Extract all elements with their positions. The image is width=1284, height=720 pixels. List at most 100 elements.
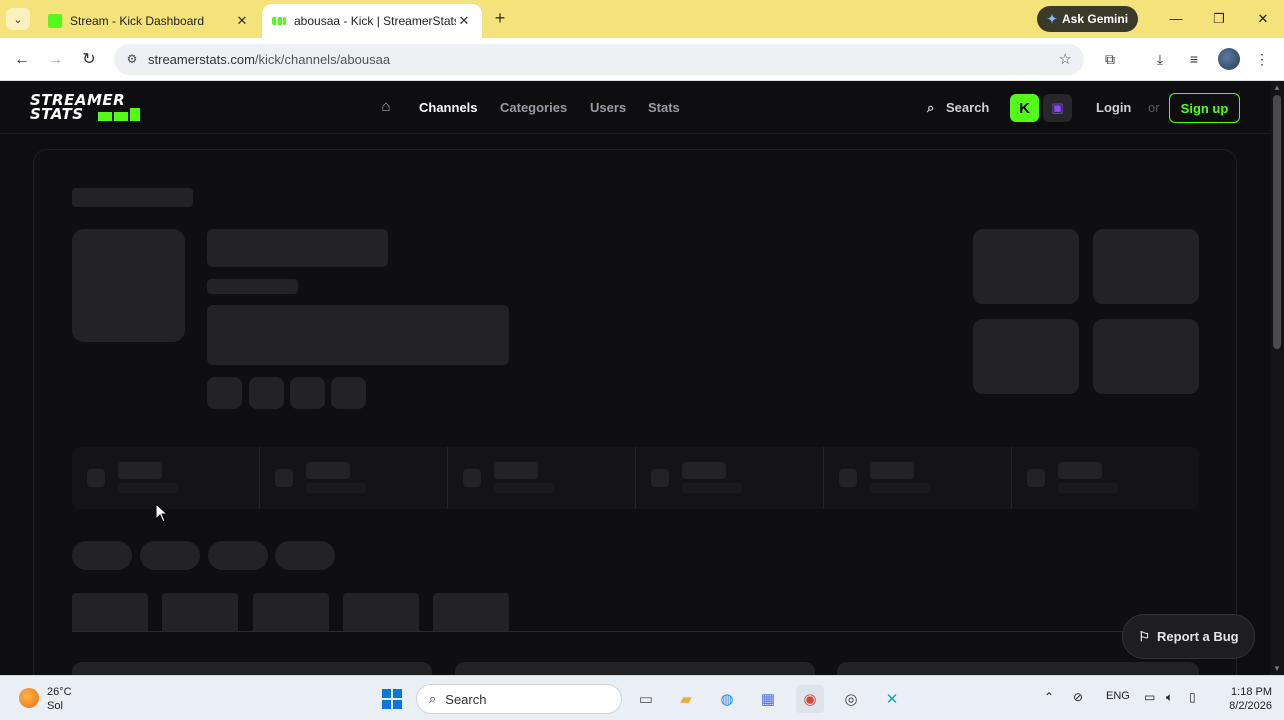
scroll-down-icon[interactable]: ▼ [1272, 664, 1282, 673]
volume-icon[interactable]: 🔈︎ [1166, 690, 1173, 705]
file-explorer-icon[interactable]: ▰ [672, 685, 700, 713]
language-indicator[interactable]: ENG [1106, 690, 1130, 702]
report-bug-label: Report a Bug [1157, 629, 1239, 644]
tab-skeleton [72, 593, 148, 631]
bookmark-star-icon[interactable]: ☆ [1059, 50, 1072, 68]
kick-platform-icon[interactable]: K [1010, 94, 1039, 122]
description-skeleton [207, 305, 509, 365]
battery-icon[interactable]: ▯ [1189, 690, 1196, 704]
ask-gemini-button[interactable]: ✦ Ask Gemini [1037, 6, 1138, 32]
breadcrumb-skeleton [72, 188, 193, 207]
stat-cell-skeleton [636, 447, 824, 509]
twitch-platform-icon[interactable]: ▣ [1043, 94, 1072, 122]
new-tab-button[interactable]: + [490, 8, 510, 28]
media-control-icon[interactable]: ≡ [1183, 48, 1205, 70]
display-icon[interactable]: ▭ [1144, 690, 1155, 704]
filter-pill-skeleton [72, 541, 132, 570]
home-icon[interactable]: ⌂ [377, 98, 395, 116]
close-window-button[interactable]: ✕ [1249, 8, 1277, 30]
stat-cell-skeleton [72, 447, 260, 509]
app-icon[interactable]: ✕ [878, 685, 906, 713]
stat-box-skeleton [973, 229, 1079, 304]
tab-streamerstats[interactable]: abousaa - Kick | StreamerStats ✕ [262, 4, 482, 38]
task-view-icon[interactable]: ▭ [632, 685, 660, 713]
signup-button[interactable]: Sign up [1169, 93, 1240, 123]
obs-icon[interactable]: ◎ [837, 685, 865, 713]
kick-favicon-icon [48, 14, 62, 28]
social-link-skeleton [207, 377, 242, 409]
social-link-skeleton [331, 377, 366, 409]
search-icon: ⌕ [927, 100, 935, 115]
report-bug-button[interactable]: ⚐ Report a Bug [1122, 614, 1255, 659]
download-icon[interactable]: ⤓ [1149, 48, 1171, 70]
url-path: /kick/channels/abousaa [254, 52, 391, 67]
site-header: STREAMER STATS ⌂ Channels Categories Use… [0, 81, 1270, 134]
filter-pill-skeleton [275, 541, 335, 570]
stat-box-skeleton [1093, 229, 1199, 304]
streamerstats-logo[interactable]: STREAMER STATS [30, 93, 142, 123]
show-hidden-icons[interactable]: ⌃ [1044, 690, 1054, 704]
extensions-icon[interactable]: ⧉ [1099, 48, 1121, 70]
nav-stats[interactable]: Stats [648, 100, 680, 115]
stat-cell-skeleton [260, 447, 448, 509]
store-icon[interactable]: ▦ [754, 685, 782, 713]
social-link-skeleton [249, 377, 284, 409]
search-button[interactable]: ⌕ Search [927, 100, 989, 116]
tab-kick-dashboard[interactable]: Stream - Kick Dashboard ✕ [38, 4, 260, 38]
page-viewport: STREAMER STATS ⌂ Channels Categories Use… [0, 81, 1284, 690]
browser-tab-strip: ⌄ Stream - Kick Dashboard ✕ abousaa - Ki… [0, 0, 1284, 38]
network-off-icon[interactable]: ⊘ [1073, 690, 1083, 704]
more-menu-icon[interactable]: ⋮ [1251, 48, 1273, 70]
nav-channels[interactable]: Channels [419, 100, 478, 115]
edge-icon[interactable]: ◍ [713, 685, 741, 713]
or-separator: or [1148, 100, 1160, 115]
tab-skeleton [162, 593, 238, 631]
stat-box-skeleton [1093, 319, 1199, 394]
close-tab-icon[interactable]: ✕ [456, 13, 472, 29]
gemini-sparkle-icon: ✦ [1046, 12, 1058, 26]
windows-taskbar: 26°C Sol ⌕ Search ▭ ▰ ◍ ▦ ◉ ◎ ✕ ⌃ ⊘ ENG … [0, 675, 1284, 720]
scroll-up-icon[interactable]: ▲ [1272, 83, 1282, 92]
filter-pill-skeleton [208, 541, 268, 570]
profile-avatar[interactable] [1218, 48, 1240, 70]
weather-widget[interactable]: 26°C Sol [47, 685, 72, 713]
streamerstats-favicon-icon [272, 17, 286, 25]
ask-gemini-label: Ask Gemini [1062, 12, 1129, 26]
close-tab-icon[interactable]: ✕ [234, 13, 250, 29]
minimize-button[interactable]: — [1162, 8, 1190, 30]
forward-icon[interactable]: → [43, 48, 67, 72]
clock-date: 8/2/2026 [1229, 700, 1272, 712]
back-icon[interactable]: ← [10, 48, 34, 72]
url-text: streamerstats.com/kick/channels/abousaa [148, 52, 390, 67]
tab-skeleton [253, 593, 329, 631]
start-icon[interactable] [378, 685, 406, 713]
temperature: 26°C [47, 686, 72, 698]
nav-categories[interactable]: Categories [500, 100, 567, 115]
stats-summary-skeleton [72, 447, 1199, 509]
clock-time: 1:18 PM [1231, 686, 1272, 698]
taskbar-search-label: Search [445, 691, 487, 707]
subtitle-skeleton [207, 279, 298, 294]
address-bar[interactable]: ⚙ streamerstats.com/kick/channels/abousa… [114, 44, 1084, 75]
taskbar-search[interactable]: ⌕ Search [416, 684, 622, 714]
tab-skeleton [343, 593, 419, 631]
system-clock[interactable]: 1:18 PM 8/2/2026 [1212, 685, 1272, 713]
scrollbar-thumb[interactable] [1273, 95, 1281, 349]
tab-search-button[interactable]: ⌄ [6, 8, 30, 30]
page-scrollbar[interactable]: ▲ ▼ [1270, 81, 1284, 675]
tab-title: abousaa - Kick | StreamerStats [294, 14, 456, 28]
stat-cell-skeleton [448, 447, 636, 509]
search-icon: ⌕ [429, 691, 437, 706]
stat-cell-skeleton [824, 447, 1012, 509]
logo-bars-icon [98, 108, 140, 121]
restore-button[interactable]: ❐ [1205, 8, 1233, 30]
tab-title: Stream - Kick Dashboard [70, 14, 205, 28]
avatar-skeleton [72, 229, 185, 342]
chrome-icon[interactable]: ◉ [796, 685, 824, 713]
reload-icon[interactable]: ↻ [77, 48, 101, 72]
weather-sun-icon[interactable] [19, 688, 39, 708]
site-info-icon[interactable]: ⚙ [124, 51, 140, 67]
stat-box-skeleton [973, 319, 1079, 394]
nav-users[interactable]: Users [590, 100, 626, 115]
login-link[interactable]: Login [1096, 100, 1131, 115]
